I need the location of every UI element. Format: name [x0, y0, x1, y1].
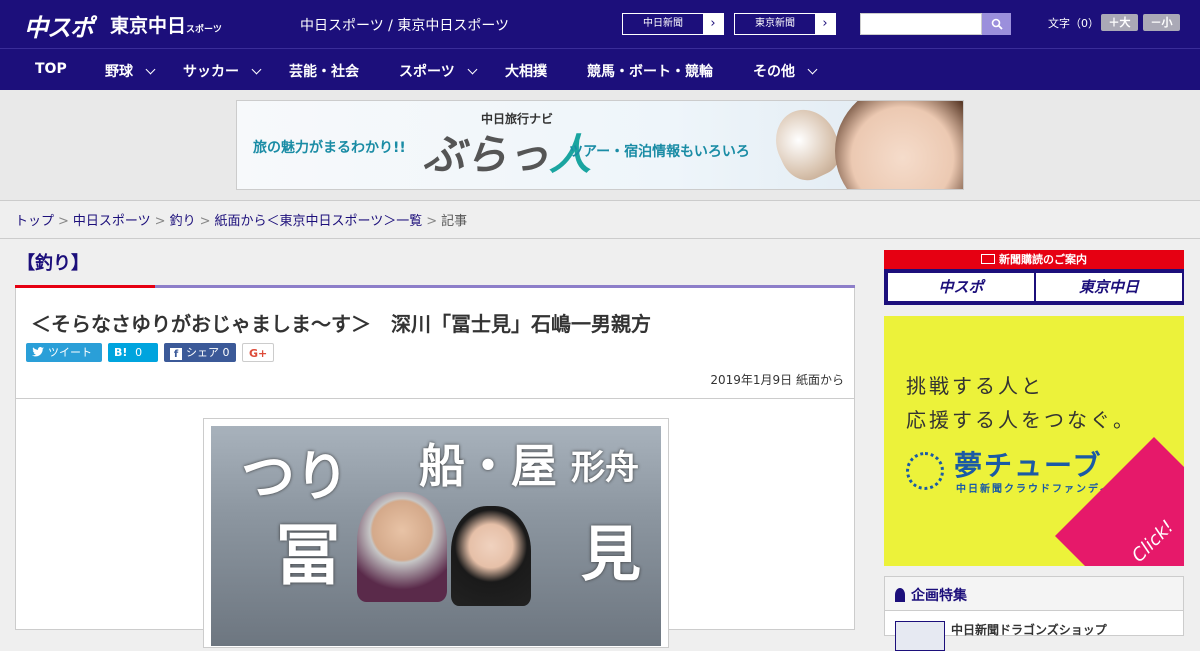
chevron-down-icon — [145, 64, 156, 75]
nav-item-soccer[interactable]: サッカー — [183, 61, 262, 81]
breadcrumb-item-top[interactable]: トップ — [15, 214, 54, 229]
feature-section: 企画特集 中日新聞ドラゴンズショップ — [884, 576, 1184, 651]
yume-tube-logo: 夢チューブ — [954, 449, 1103, 482]
banner-right-text: ツアー・宿泊情報もいろいろ — [569, 144, 750, 160]
hatena-bookmark-button[interactable]: B! 0 — [108, 343, 158, 362]
nav-label: 野球 — [105, 64, 133, 80]
photo-text: 冨 — [275, 516, 341, 594]
subscription-heading-text: 新聞購読のご案内 — [999, 253, 1087, 266]
yume-tube-ad[interactable]: 挑戦する人と 応援する人をつなぐ。 夢チューブ 中日新聞クラウドファンディング … — [884, 316, 1184, 566]
twitter-icon — [32, 347, 44, 357]
breadcrumb-item-chuspo[interactable]: 中日スポーツ — [73, 214, 151, 229]
yume-line2: 応援する人をつなぐ。 — [906, 408, 1136, 432]
banner-main-a: ぶらっ — [423, 130, 550, 179]
breadcrumb-separator: > — [199, 214, 211, 229]
main-nav: TOP 野球 サッカー 芸能・社会 スポーツ 大相撲 競馬・ボート・競輪 その他 — [0, 48, 1200, 90]
feature-thumbnail[interactable] — [895, 621, 945, 651]
nav-label: その他 — [753, 64, 795, 80]
font-decrease-button[interactable]: －小 — [1143, 14, 1180, 31]
breadcrumb: トップ > 中日スポーツ > 釣り > 紙面から＜東京中日スポーツ＞一覧 > 記事 — [0, 201, 1200, 239]
main-column: 【釣り】 ＜そらなさゆりがおじゃましま～す＞ 深川「冨士見」石嶋一男親方 ツイー… — [15, 239, 855, 648]
nav-label: 大相撲 — [505, 64, 547, 80]
logo-secondary-text: 東京中日 — [110, 15, 187, 37]
breadcrumb-separator: > — [426, 214, 438, 229]
breadcrumb-item-fishing[interactable]: 釣り — [170, 214, 196, 229]
article-photo[interactable]: つり 船・屋 形舟 冨 見 — [203, 418, 669, 648]
subscribe-chuspo-logo[interactable]: 中スポ — [888, 273, 1034, 301]
nav-item-other[interactable]: その他 — [753, 61, 818, 81]
banner-main-title: ぶらっ人 — [423, 121, 591, 182]
nav-item-entertainment[interactable]: 芸能・社会 — [289, 61, 359, 81]
search-icon — [991, 18, 1003, 30]
photo-text: 形舟 — [571, 448, 639, 488]
facebook-icon: f — [170, 348, 182, 360]
facebook-share-count: 0 — [222, 346, 230, 359]
chevron-down-icon — [467, 64, 478, 75]
font-increase-button[interactable]: ＋大 — [1101, 14, 1138, 31]
search-input[interactable] — [860, 13, 982, 35]
nav-item-racing[interactable]: 競馬・ボート・競輪 — [587, 61, 713, 81]
breadcrumb-current: 記事 — [441, 214, 468, 229]
google-plus-button[interactable]: G+ — [242, 343, 274, 362]
breadcrumb-item-list[interactable]: 紙面から＜東京中日スポーツ＞一覧 — [215, 214, 423, 229]
facebook-share-label: シェア — [186, 346, 219, 359]
hatena-label: B! — [114, 346, 128, 359]
travel-navi-banner[interactable]: 旅の魅力がまるわかり!! 中日旅行ナビ ぶらっ人 ツアー・宿泊情報もいろいろ — [236, 100, 964, 190]
subscribe-tokyo-logo[interactable]: 東京中日 — [1036, 273, 1182, 301]
site-name: 中日スポーツ / 東京中日スポーツ — [300, 18, 510, 34]
nav-item-top[interactable]: TOP — [35, 61, 67, 77]
tokyo-chunichi-logo[interactable]: 東京中日スポーツ — [110, 11, 222, 38]
photo-text: 見 — [581, 520, 641, 590]
person-fisherman — [357, 492, 447, 602]
yume-line1: 挑戦する人と — [906, 374, 1044, 398]
nav-label: サッカー — [183, 64, 239, 80]
nav-label: 芸能・社会 — [289, 64, 359, 80]
hatena-count: 0 — [135, 346, 143, 359]
publish-date: 2019年1月9日 紙面から — [710, 373, 844, 387]
photo-text: 船・屋 — [419, 439, 557, 493]
chevron-down-icon — [251, 64, 262, 75]
newspaper-icon — [981, 254, 995, 264]
nav-label: スポーツ — [399, 64, 455, 80]
feature-heading-text: 企画特集 — [911, 588, 967, 604]
category-title: 【釣り】 — [17, 253, 89, 274]
facebook-share-button[interactable]: f シェア 0 — [164, 343, 236, 362]
tweet-label: ツイート — [48, 346, 92, 359]
feature-heading: 企画特集 — [885, 577, 1183, 611]
nav-item-sumo[interactable]: 大相撲 — [505, 61, 547, 81]
chevron-right-icon: › — [815, 14, 835, 34]
chevron-right-icon: › — [703, 14, 723, 34]
article-card: ＜そらなさゆりがおじゃましま～す＞ 深川「冨士見」石嶋一男親方 ツイート B! … — [15, 288, 855, 648]
search-button[interactable] — [982, 13, 1011, 35]
ribbon-icon — [895, 588, 905, 602]
font-size-label: 文字（0） — [1048, 17, 1099, 30]
chunichi-shimbun-link[interactable]: 中日新聞 › — [622, 13, 724, 35]
woman-photo — [835, 101, 963, 189]
breadcrumb-separator: > — [58, 214, 69, 229]
logo-secondary-small: スポーツ — [186, 25, 222, 35]
breadcrumb-separator: > — [154, 214, 166, 229]
dots-logo-icon — [906, 452, 944, 490]
chevron-down-icon — [807, 64, 818, 75]
chuspo-logo[interactable]: 中スポ — [24, 8, 94, 43]
ext-link-label: 中日新聞 — [643, 18, 683, 29]
subscription-banner[interactable]: 新聞購読のご案内 中スポ 東京中日 — [884, 250, 1184, 305]
top-header: 中スポ 東京中日スポーツ 中日スポーツ / 東京中日スポーツ 中日新聞 › 東京… — [0, 0, 1200, 48]
nav-label: 競馬・ボート・競輪 — [587, 64, 713, 80]
nav-item-sports[interactable]: スポーツ — [399, 61, 478, 81]
article-divider — [16, 398, 854, 399]
nav-item-baseball[interactable]: 野球 — [105, 61, 156, 81]
photo-text: つり — [241, 444, 349, 508]
tokyo-shimbun-link[interactable]: 東京新聞 › — [734, 13, 836, 35]
subscription-heading: 新聞購読のご案内 — [884, 250, 1184, 269]
article-headline: ＜そらなさゆりがおじゃましま～す＞ 深川「冨士見」石嶋一男親方 — [31, 312, 651, 336]
nav-label: TOP — [35, 61, 67, 77]
ext-link-label: 東京新聞 — [755, 18, 795, 29]
person-reporter — [451, 506, 531, 606]
tweet-button[interactable]: ツイート — [26, 343, 102, 362]
banner-left-text: 旅の魅力がまるわかり!! — [253, 140, 406, 156]
photo-image: つり 船・屋 形舟 冨 見 — [211, 426, 661, 646]
ad-area: 旅の魅力がまるわかり!! 中日旅行ナビ ぶらっ人 ツアー・宿泊情報もいろいろ — [0, 90, 1200, 201]
